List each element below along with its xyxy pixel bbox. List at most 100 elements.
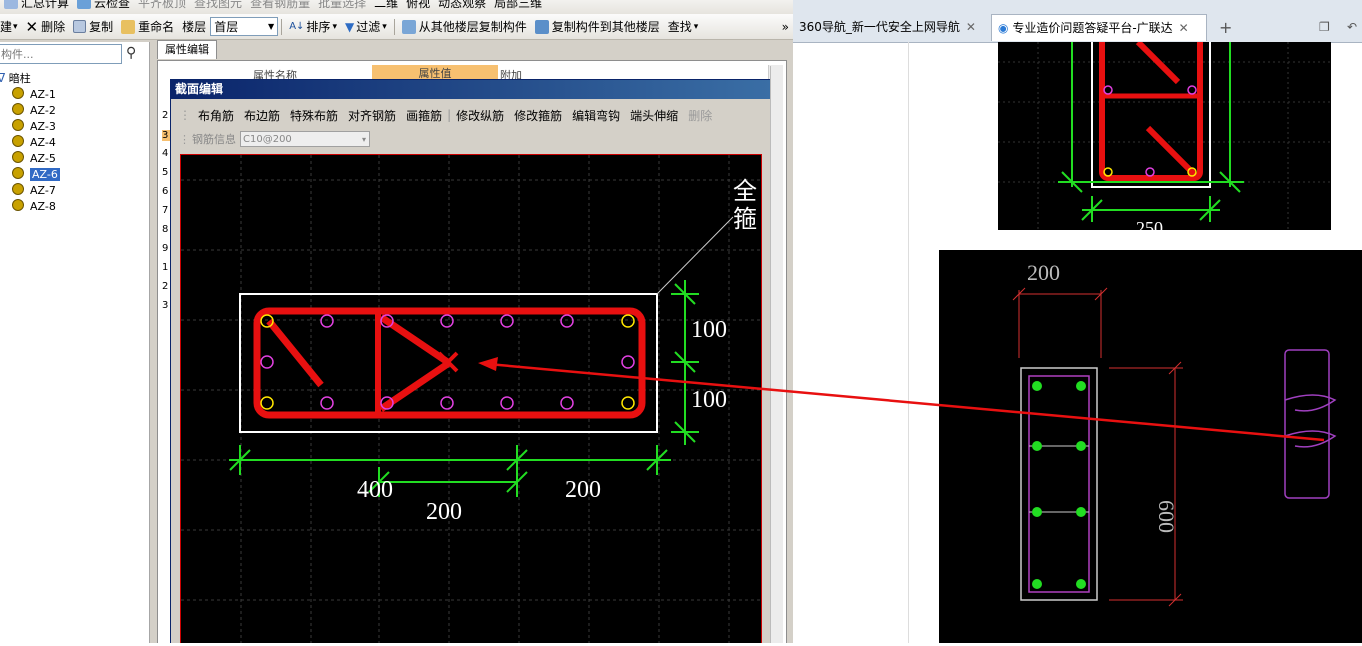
rebar-info-bar: ⋮ 钢筋信息 C10@200 ▾ xyxy=(177,128,370,150)
section-editor-dialog: 截面编辑 ⋮ 布角筋 布边筋 特殊布筋 对齐钢筋 画箍筋 | 修改纵筋 修改箍筋… xyxy=(170,79,772,643)
floor-copy-in-icon xyxy=(401,19,416,34)
dialog-title[interactable]: 截面编辑 xyxy=(171,80,771,99)
dimension-labels: 100 100 400 200 200 全 箍 xyxy=(357,178,757,525)
cloud-icon xyxy=(77,0,92,9)
delete-button[interactable]: ✕ 删除 xyxy=(22,16,70,38)
close-icon[interactable]: ✕ xyxy=(1179,21,1189,35)
filter-button[interactable]: ▼ 过滤 ▾ xyxy=(341,16,391,38)
main-scrollbar[interactable] xyxy=(770,66,783,643)
dropdown-arrow-icon: ▾ xyxy=(693,21,699,32)
tree-item[interactable]: AZ-1 xyxy=(0,87,56,103)
edge-bar-button[interactable]: 布边筋 xyxy=(239,107,285,124)
floor-label: 楼层 xyxy=(182,20,207,34)
rename-button[interactable]: 重命名 xyxy=(117,16,178,38)
column-body xyxy=(1020,367,1098,601)
sort-button[interactable]: A↓ 排序 ▾ xyxy=(285,16,341,38)
restore-icon[interactable]: ❐ xyxy=(1313,14,1337,41)
tab-property-edit[interactable]: 属性编辑 xyxy=(157,40,217,59)
dialog-toolbar: ⋮ 布角筋 布边筋 特殊布筋 对齐钢筋 画箍筋 | 修改纵筋 修改箍筋 编辑弯钩… xyxy=(177,104,717,126)
delete-button[interactable]: 删除 xyxy=(683,107,717,124)
sigma-icon xyxy=(4,0,18,9)
answer-image-1[interactable]: 250 xyxy=(998,29,1331,238)
browser-tab[interactable]: 360导航_新一代安全上网导航 ✕ xyxy=(793,14,989,41)
find-element-button[interactable]: 查找图元 xyxy=(190,0,246,13)
batch-select-button[interactable]: 批量选择 xyxy=(314,0,370,13)
canvas-grid xyxy=(181,155,761,643)
floor-copy-out-icon xyxy=(534,19,549,34)
section-drawing: 100 100 400 200 200 全 箍 xyxy=(181,155,761,643)
special-bar-button[interactable]: 特殊布筋 xyxy=(285,107,343,124)
floor-select[interactable]: 首层 ▼ xyxy=(210,17,279,36)
copy-to-other-floor-button[interactable]: 复制构件到其他楼层 xyxy=(531,16,664,38)
dim-bottom-right: 200 xyxy=(565,477,601,503)
edge-bar xyxy=(440,314,454,328)
find-button[interactable]: 查找 ▾ xyxy=(664,16,703,38)
answer-image-2[interactable]: 200 600 xyxy=(939,250,1362,643)
edge-bar xyxy=(500,396,514,410)
image2-dim-top: 200 xyxy=(1027,260,1060,285)
edit-stirrup-button[interactable]: 修改箍筋 xyxy=(509,107,567,124)
image1-dim-label: 250 xyxy=(1136,218,1163,230)
section-canvas[interactable]: 100 100 400 200 200 全 箍 xyxy=(180,154,762,643)
edge-bar xyxy=(500,314,514,328)
browser-top-strip xyxy=(793,0,1362,12)
image2-dim-side: 600 xyxy=(1154,500,1179,533)
corner-bar xyxy=(621,314,635,328)
edge-bar xyxy=(440,396,454,410)
new-tab-button[interactable]: + xyxy=(1213,14,1237,41)
search-input[interactable]: 构件... xyxy=(0,44,122,64)
tree-item[interactable]: AZ-4 xyxy=(0,135,56,151)
edit-longitudinal-button[interactable]: 修改纵筋 xyxy=(451,107,509,124)
copy-from-other-floor-button[interactable]: 从其他楼层复制构件 xyxy=(398,16,531,38)
browser-tab-active[interactable]: ◉ 专业造价问题答疑平台-广联达 ✕ xyxy=(991,14,1207,41)
view-rebar-button[interactable]: 查看钢筋量 xyxy=(246,0,314,13)
stirrup-detail-drawing: 250 xyxy=(998,29,1331,238)
tree-item[interactable]: AZ-8 xyxy=(0,199,56,215)
column-folder-icon: ᐁ xyxy=(0,71,6,85)
tree-root[interactable]: ᐁ 暗柱 xyxy=(0,70,31,86)
dim-bottom-left: 400 xyxy=(357,477,393,503)
copy-button[interactable]: 复制 xyxy=(69,16,117,38)
corner-bar-button[interactable]: 布角筋 xyxy=(193,107,239,124)
corner-bar xyxy=(621,396,635,410)
funnel-icon: ▼ xyxy=(344,19,355,34)
annotation-leader xyxy=(656,216,734,295)
close-icon[interactable]: ✕ xyxy=(966,20,976,34)
tree-item[interactable]: AZ-7 xyxy=(0,183,56,199)
stirrup-outline xyxy=(1099,29,1203,181)
search-icon[interactable]: ⚲ xyxy=(126,45,136,61)
glodon-app-window: 汇总计算 云检查 平齐板顶 查找图元 查看钢筋量 批量选择 二维 俯视 动态观察… xyxy=(0,0,793,643)
tree-item[interactable]: AZ-5 xyxy=(0,151,56,167)
dropdown-arrow-icon: ▾ xyxy=(13,21,18,32)
orbit-button[interactable]: 动态观察 xyxy=(434,0,490,13)
note-line-1: 全 xyxy=(733,178,757,205)
edge-bar xyxy=(560,314,574,328)
overflow-chevron-icon[interactable]: » xyxy=(778,16,793,38)
edit-hook-button[interactable]: 编辑弯钩 xyxy=(567,107,625,124)
top-view-button[interactable]: 俯视 xyxy=(402,0,434,13)
end-extend-button[interactable]: 端头伸缩 xyxy=(625,107,683,124)
column-outline xyxy=(1091,31,1211,188)
summary-calc-button[interactable]: 汇总计算 xyxy=(0,0,73,13)
new-button[interactable]: 建 ▾ xyxy=(0,16,22,38)
edge-bar xyxy=(621,355,635,369)
component-icon xyxy=(12,103,24,115)
align-top-button[interactable]: 平齐板顶 xyxy=(134,0,190,13)
tree-item[interactable]: AZ-3 xyxy=(0,119,56,135)
toolbar-separator xyxy=(393,18,395,35)
tree-item-selected[interactable]: AZ-6 xyxy=(0,167,60,183)
undo-icon[interactable]: ↶ xyxy=(1341,14,1361,41)
dim-bottom-mid: 200 xyxy=(426,499,462,525)
local-3d-button[interactable]: 局部三维 xyxy=(490,0,546,13)
grip-icon: ⋮ xyxy=(179,108,191,122)
view-2d-button[interactable]: 二维 xyxy=(370,0,402,13)
rebar-info-select[interactable]: C10@200 ▾ xyxy=(240,131,370,147)
component-icon xyxy=(12,167,24,179)
align-bar-button[interactable]: 对齐钢筋 xyxy=(343,107,401,124)
cloud-check-button[interactable]: 云检查 xyxy=(73,0,134,13)
tree-item[interactable]: AZ-2 xyxy=(0,103,56,119)
sort-az-icon: A↓ xyxy=(289,21,305,32)
component-icon xyxy=(12,199,24,211)
browser-window: 360导航_新一代安全上网导航 ✕ ◉ 专业造价问题答疑平台-广联达 ✕ + ❐ ↶ xyxy=(793,0,1362,643)
draw-stirrup-button[interactable]: 画箍筋 xyxy=(401,107,447,124)
